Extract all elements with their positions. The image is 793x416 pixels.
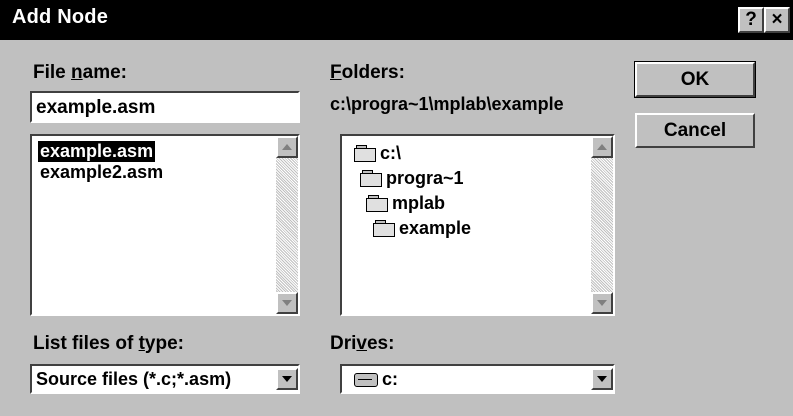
folder-icon [354, 145, 376, 162]
drives-label-text-end: es: [366, 333, 395, 354]
file-type-label-text: List files of [33, 333, 139, 354]
scroll-up-button[interactable] [591, 136, 613, 158]
title-bar[interactable]: Add Node ? × [0, 0, 793, 40]
chevron-down-icon [597, 376, 607, 382]
close-button[interactable]: × [764, 7, 790, 33]
file-type-label-text-end: ype: [144, 333, 184, 354]
file-name-label: File name: [33, 62, 127, 84]
drive-value: c: [382, 369, 399, 389]
drives-select[interactable]: c: [340, 364, 615, 394]
folder-list[interactable]: c:\ progra~1 mplab example [340, 134, 615, 316]
scroll-down-button[interactable] [276, 292, 298, 314]
scroll-down-arrow-icon [597, 300, 607, 306]
drives-label: Drives: [330, 333, 394, 355]
file-name-label-text-end: ame: [82, 62, 127, 83]
scroll-up-arrow-icon [282, 144, 292, 150]
scroll-up-button[interactable] [276, 136, 298, 158]
folders-label-text: olders: [341, 62, 405, 83]
help-button[interactable]: ? [738, 7, 764, 33]
scroll-up-arrow-icon [597, 144, 607, 150]
dialog-title: Add Node [12, 6, 109, 28]
folder-item-label: c:\ [380, 143, 402, 163]
ok-button[interactable]: OK [634, 61, 756, 98]
drives-label-text: Dri [330, 333, 357, 354]
list-item[interactable]: example2.asm [40, 162, 163, 183]
folder-item-label: mplab [392, 193, 446, 213]
file-type-select[interactable]: Source files (*.c;*.asm) [30, 364, 300, 394]
folder-item-label: example [399, 218, 472, 238]
cancel-button[interactable]: Cancel [635, 113, 755, 148]
file-list[interactable]: example.asm example2.asm [30, 134, 300, 316]
file-type-value: Source files (*.c;*.asm) [36, 369, 232, 389]
scroll-down-arrow-icon [282, 300, 292, 306]
chevron-down-icon [282, 376, 292, 382]
scroll-down-button[interactable] [591, 292, 613, 314]
drive-icon [354, 373, 378, 387]
file-list-scrollbar[interactable] [276, 136, 298, 314]
add-node-dialog: Add Node ? × File name: example.asm exam… [0, 0, 793, 416]
folders-label-mnemonic: F [330, 62, 342, 83]
folders-label: Folders: [330, 62, 405, 84]
drives-label-mnemonic: v [356, 333, 367, 354]
drives-dropdown-button[interactable] [591, 368, 613, 390]
folder-icon [373, 220, 395, 237]
list-item[interactable]: example.asm [38, 141, 156, 162]
folder-icon [360, 170, 382, 187]
folder-list-scrollbar[interactable] [591, 136, 613, 314]
file-name-value: example.asm [36, 97, 156, 118]
file-name-label-text: File [33, 62, 72, 83]
folder-icon [366, 195, 388, 212]
folder-item-label: progra~1 [386, 168, 464, 188]
file-name-label-mnemonic: n [71, 62, 83, 83]
file-type-label: List files of type: [33, 333, 184, 355]
current-folder-path: c:\progra~1\mplab\example [330, 94, 564, 114]
file-type-dropdown-button[interactable] [276, 368, 298, 390]
file-name-input[interactable]: example.asm [30, 91, 300, 123]
